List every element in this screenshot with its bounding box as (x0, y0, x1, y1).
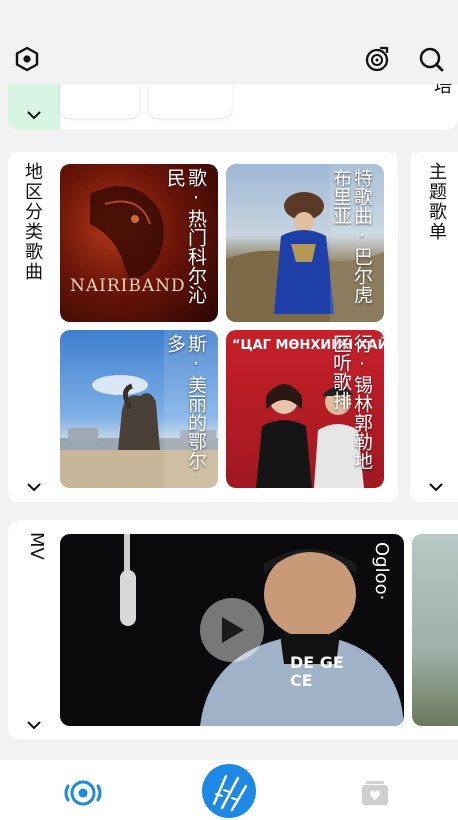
album-icon[interactable] (358, 776, 392, 810)
radio-icon[interactable] (62, 772, 104, 814)
tile-label-strip: 歌·热门科尔沁民 (164, 164, 218, 322)
region-tile-barga[interactable]: 特歌曲·巴尔虎布里亚 (226, 164, 384, 322)
center-logo-icon[interactable] (202, 764, 256, 818)
top-bar (0, 0, 458, 84)
mv-video-tile[interactable]: DE GECE Ogloo· (60, 534, 404, 726)
mv-video-tile-next[interactable] (412, 534, 458, 726)
chevron-down-icon[interactable] (26, 110, 42, 120)
region-tile-ordos[interactable]: 斯·美丽的鄂尔多 (60, 330, 218, 488)
mv-card: MV DE GECE Ogloo· (8, 520, 458, 740)
theme-section-title: 主题歌单 (426, 162, 447, 242)
region-tile-horqin[interactable]: NAIRIBAND 歌·热门科尔沁民 (60, 164, 218, 322)
mv-overlay-text: DE GECE (290, 653, 344, 690)
chevron-down-icon[interactable] (428, 482, 444, 492)
hexagon-settings-icon[interactable] (12, 44, 42, 74)
mv-section-title: MV (26, 532, 47, 560)
music-disc-icon[interactable] (362, 44, 392, 74)
tile-label: 斯·美丽的鄂尔多 (164, 334, 207, 470)
tile-label-strip: 特歌曲·巴尔虎布里亚 (330, 164, 384, 322)
tile-label: 歌·热门科尔沁民 (164, 168, 207, 304)
chevron-down-icon[interactable] (26, 720, 42, 730)
chevron-down-icon[interactable] (26, 482, 42, 492)
region-section-title: 地区分类歌曲 (22, 162, 43, 282)
tile-label: 行·锡林郭勒地区听歌排 (330, 334, 373, 470)
theme-playlists-card: 主题歌单 (410, 152, 458, 502)
tile-label-strip: 行·锡林郭勒地区听歌排 (330, 330, 384, 488)
play-icon[interactable] (200, 598, 264, 662)
region-songs-card: 地区分类歌曲 NAIRIBAND 歌·热门科尔沁民 特歌曲·巴尔虎布里亚 斯·美… (8, 152, 398, 502)
tile-label-strip: 斯·美丽的鄂尔多 (164, 330, 218, 488)
tile-label: 特歌曲·巴尔虎布里亚 (330, 168, 373, 304)
mv-video-label: Ogloo· (371, 542, 392, 601)
bottom-nav (0, 760, 458, 820)
search-icon[interactable] (416, 44, 446, 74)
region-tile-xilingol[interactable]: “ЦАГ МӨНХИЙН ХАЙР” 行·锡林郭勒地区听歌排 (226, 330, 384, 488)
